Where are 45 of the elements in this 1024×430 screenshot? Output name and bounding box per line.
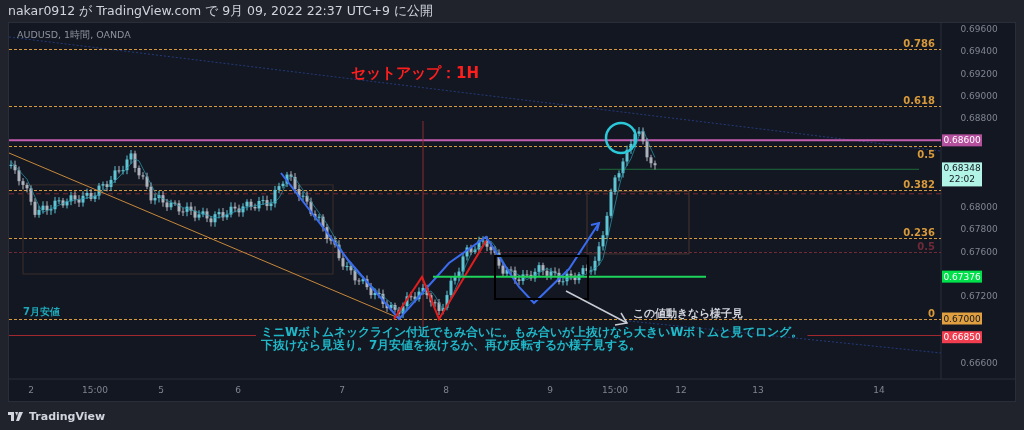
symbol-legend: AUDUSD, 1時間, OANDA xyxy=(17,29,131,40)
arrow-head-icon xyxy=(590,221,601,232)
price-badge-label: 0.66850 xyxy=(943,332,981,343)
time-axis-label: 2 xyxy=(28,385,34,395)
price-axis-label: 0.69400 xyxy=(960,46,998,57)
arrow-drawing xyxy=(565,290,629,326)
fib-level-label: 0.5 xyxy=(917,148,935,160)
price-badge-label: 0.67000 xyxy=(943,313,981,324)
fib-level-label: 0.382 xyxy=(903,178,935,190)
price-axis-label: 0.68800 xyxy=(960,113,998,124)
price-badge-label: 0.67376 xyxy=(943,271,981,282)
fib-level-label: 0.236 xyxy=(903,226,935,238)
time-axis-label: 15:00 xyxy=(602,385,628,395)
time-axis-label: 12 xyxy=(675,385,687,395)
price-axis-label: 0.69000 xyxy=(960,90,998,101)
time-axis-label: 6 xyxy=(235,385,241,395)
fib-level-label: 0.786 xyxy=(903,37,935,49)
price-axis-label: 0.69600 xyxy=(960,24,998,34)
price-badge-label: 0.68348 xyxy=(943,163,981,174)
fib-level-label: 0.618 xyxy=(903,94,935,106)
low-label: 7月安値 xyxy=(23,306,60,317)
time-axis-label: 7 xyxy=(339,385,345,395)
chart-title: セットアップ：1H xyxy=(351,64,479,82)
countdown-label: 22:02 xyxy=(949,174,975,185)
brand-name: TradingView xyxy=(29,410,106,423)
price-axis-label: 0.67600 xyxy=(960,246,998,257)
price-axis-label: 0.68000 xyxy=(960,202,998,213)
time-axis-label: 8 xyxy=(443,385,449,395)
time-axis-label: 9 xyxy=(547,385,553,395)
comment-text: ミニWボトムネックライン付近でもみ合いに。もみ合いが上抜けなら大きいWボトムと見てロング。 下抜けなら見送り。7月安値を抜けるか、再び反転するか様子見する。 xyxy=(261,325,804,352)
price-axis-label: 0.67200 xyxy=(960,291,998,302)
time-axis-label: 15:00 xyxy=(82,385,108,395)
highlight-circle xyxy=(604,121,638,155)
publish-info: nakar0912 が TradingView.com で 9月 09, 2022 22:37 UTC+9 に公開 xyxy=(8,2,433,20)
fib-level-label: 0.5 xyxy=(917,240,935,252)
time-axis-label: 14 xyxy=(873,385,885,395)
logo-icon xyxy=(8,412,24,421)
price-badge-label: 0.68600 xyxy=(943,135,981,146)
time-axis-label: 13 xyxy=(752,385,764,395)
price-axis-label: 0.66600 xyxy=(960,358,998,369)
annotation-text: この値動きなら様子見 xyxy=(633,307,743,320)
price-axis-label: 0.69200 xyxy=(960,68,998,79)
price-axis-label: 0.67800 xyxy=(960,224,998,235)
fib-level-label: 0 xyxy=(928,307,935,319)
time-axis-label: 5 xyxy=(158,385,164,395)
